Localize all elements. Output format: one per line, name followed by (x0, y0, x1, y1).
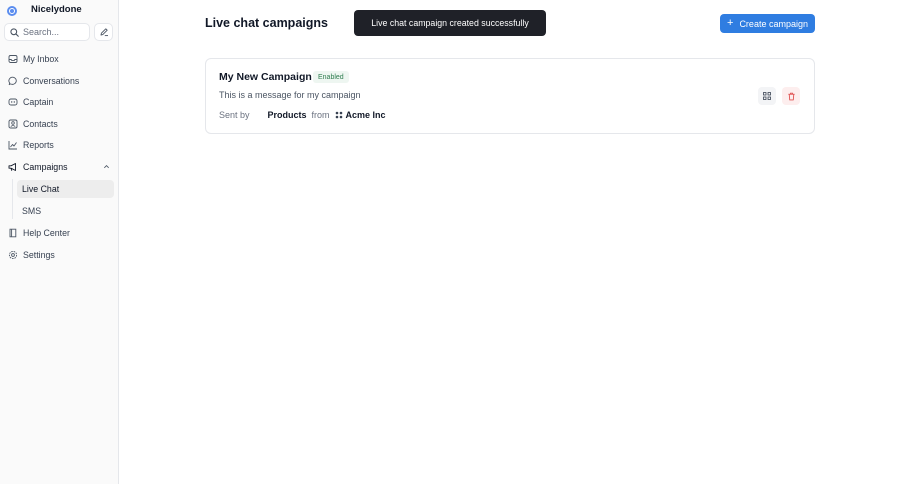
sidebar-item-label: Settings (23, 250, 55, 260)
sidebar-item-reports[interactable]: Reports (4, 136, 114, 154)
search-box[interactable] (4, 23, 90, 41)
sidebar-item-conversations[interactable]: Conversations (4, 72, 114, 90)
captain-icon (8, 97, 18, 107)
create-campaign-button[interactable]: + Create campaign (720, 14, 815, 33)
toast-notification: Live chat campaign created successfully (354, 10, 546, 36)
brand[interactable]: Nicelydone (7, 4, 82, 17)
brand-name: Nicelydone (31, 4, 82, 15)
delete-campaign-button[interactable] (782, 87, 800, 105)
campaign-card: My New Campaign Enabled This is a messag… (205, 58, 815, 134)
contacts-icon (8, 119, 18, 129)
sender-name: Products (267, 110, 307, 120)
sidebar-subitem-label: Live Chat (22, 184, 60, 194)
submenu-rail (12, 179, 13, 219)
gear-icon (8, 250, 18, 260)
sidebar-item-label: Conversations (23, 76, 80, 86)
toast-message: Live chat campaign created successfully (371, 18, 529, 28)
chart-icon (8, 140, 18, 150)
campaign-name: My New Campaign (219, 71, 312, 83)
campaign-sender-row: Sent by Products from Acme Inc (219, 109, 386, 121)
chat-bubble-icon (8, 76, 18, 86)
sidebar-item-label: Contacts (23, 119, 58, 129)
page-title: Live chat campaigns (205, 16, 328, 30)
inbox-name: Acme Inc (345, 110, 386, 120)
sidebar-subitem-label: SMS (22, 206, 42, 216)
sidebar-subitem-live-chat[interactable]: Live Chat (17, 180, 114, 198)
edit-campaign-button[interactable] (758, 87, 776, 105)
campaign-message: This is a message for my campaign (219, 90, 361, 100)
search-input[interactable] (23, 27, 83, 37)
sidebar-item-my-inbox[interactable]: My Inbox (4, 50, 114, 68)
search-icon (10, 27, 19, 37)
sidebar-item-settings[interactable]: Settings (4, 246, 114, 264)
plus-icon: + (727, 17, 734, 29)
brand-logo-icon (7, 6, 17, 16)
from-label: from (311, 110, 330, 120)
sidebar-item-label: Reports (23, 140, 54, 150)
trash-icon (787, 92, 795, 100)
sidebar: Nicelydone My Inbox Conversations Captai… (0, 0, 119, 484)
compose-icon (100, 28, 108, 37)
compose-button[interactable] (94, 23, 113, 41)
sidebar-subitem-sms[interactable]: SMS (17, 202, 114, 220)
inbox-icon (8, 54, 18, 64)
sidebar-item-label: My Inbox (23, 54, 59, 64)
sidebar-item-label: Captain (23, 97, 54, 107)
sidebar-item-help-center[interactable]: Help Center (4, 224, 114, 242)
create-campaign-label: Create campaign (739, 18, 808, 29)
sidebar-item-label: Campaigns (23, 162, 68, 172)
chevron-up-icon[interactable] (103, 163, 110, 170)
sidebar-item-contacts[interactable]: Contacts (4, 115, 114, 133)
sent-by-label: Sent by (219, 110, 250, 120)
status-badge: Enabled (313, 71, 349, 83)
edit-icon (763, 92, 771, 100)
book-icon (8, 228, 18, 238)
sidebar-item-campaigns[interactable]: Campaigns (4, 158, 114, 176)
megaphone-icon (8, 162, 18, 172)
sidebar-item-label: Help Center (23, 228, 70, 238)
inbox-channel-icon (335, 111, 343, 119)
sidebar-item-captain[interactable]: Captain (4, 93, 114, 111)
